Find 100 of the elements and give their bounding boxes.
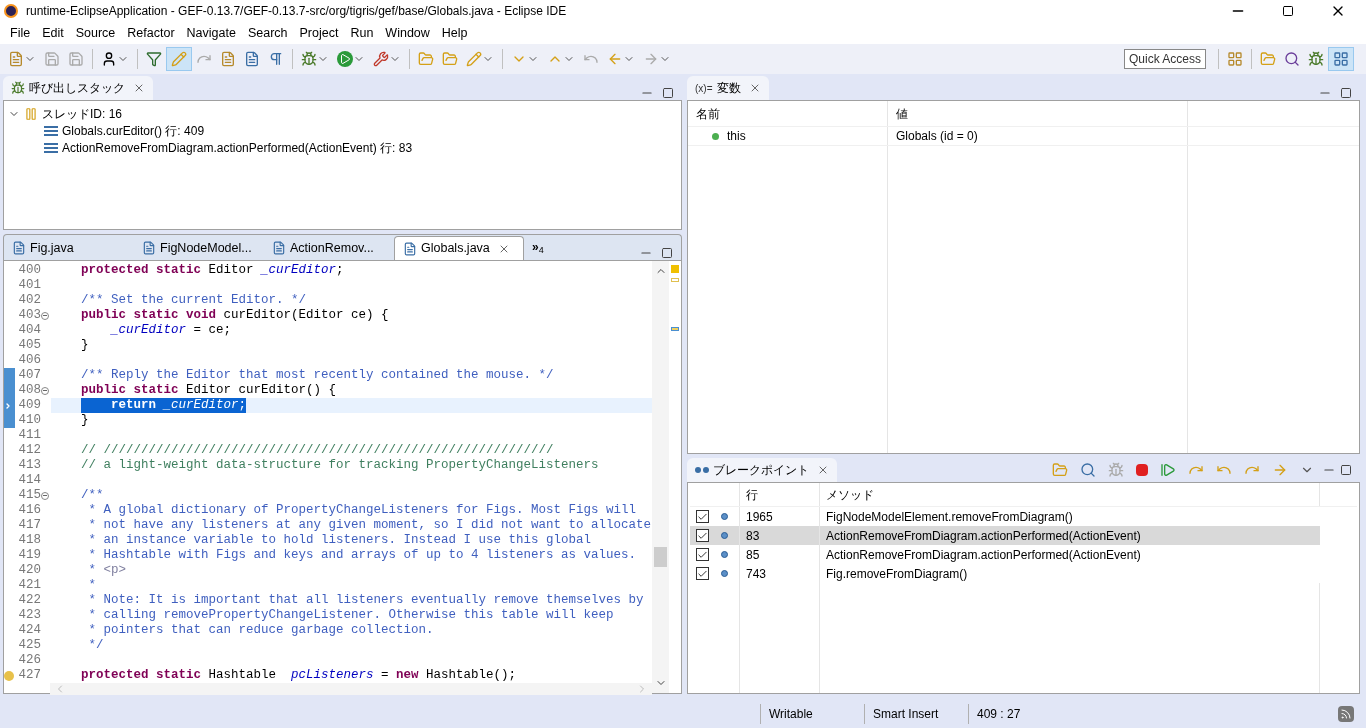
code-line: * A global dictionary of PropertyChangeListeners for Figs. Most Figs will: [87, 503, 637, 518]
breakpoint-icon: [721, 532, 728, 539]
line-number: 414: [17, 473, 41, 488]
java-file-icon: [142, 241, 156, 255]
line-number: 413: [17, 458, 41, 473]
status-field: Writable: [760, 704, 864, 724]
stack-frame[interactable]: Globals.curEditor() 行: 409: [8, 122, 681, 139]
code-line: protected static Hashtable pcListeners = new Hashtable();: [81, 668, 517, 683]
line-number: 418: [17, 533, 41, 548]
breakpoint-row[interactable]: 743 Fig.removeFromDiagram(): [690, 564, 1320, 583]
variable-name: this: [727, 128, 746, 145]
line-number: 415: [17, 488, 41, 503]
scrollbar-thumb[interactable]: [654, 547, 667, 567]
checkbox[interactable]: [696, 567, 709, 580]
line-number: 426: [17, 653, 41, 668]
menu-item[interactable]: Search: [241, 23, 294, 43]
menu-item[interactable]: Refactor: [121, 23, 181, 43]
layout-perspective-icon[interactable]: [1328, 47, 1354, 71]
overview-marker[interactable]: [671, 278, 679, 282]
feed-icon[interactable]: [1338, 706, 1354, 722]
code-line: }: [81, 338, 89, 353]
breakpoints-icon: [695, 467, 709, 473]
menu-item[interactable]: Help: [435, 23, 474, 43]
view-tab[interactable]: (x)= 変数: [687, 76, 769, 100]
column-header[interactable]: メソッド: [820, 483, 1320, 506]
menu-item[interactable]: Edit: [36, 23, 70, 43]
breakpoint-row[interactable]: 83 ActionRemoveFromDiagram.actionPerformed(ActionEvent): [690, 526, 1320, 545]
line-cell: 743: [740, 564, 820, 583]
breakpoint-row[interactable]: 85 ActionRemoveFromDiagram.actionPerformed(ActionEvent): [690, 545, 1320, 564]
line-number: 417: [17, 518, 41, 533]
menu-item[interactable]: Run: [344, 23, 380, 43]
code-line: // a light-weight data-structure for tracking PropertyChangeListeners: [81, 458, 599, 473]
view-tab[interactable]: 呼び出しスタック: [3, 76, 153, 100]
code-line: * Hashtable with Figs and keys and arrays of up to 4 listeners as values.: [87, 548, 637, 563]
line-number: 419: [17, 548, 41, 563]
stack-frame-label: Globals.curEditor() 行: 409: [62, 122, 205, 140]
window-title: runtime-EclipseApplication - GEF-0.13.7/GEF-0.13.7-src/org/tigris/gef/base/Globals.java - Eclipse IDE: [26, 3, 568, 20]
checkbox[interactable]: [696, 510, 709, 523]
line-number: 409: [17, 398, 41, 413]
column-header[interactable]: 値: [888, 101, 1188, 126]
maximize-icon[interactable]: [1340, 464, 1352, 476]
code-editor[interactable]: [3, 260, 682, 694]
maximize-icon[interactable]: [661, 247, 673, 259]
line-number: 402: [17, 293, 41, 308]
line-number: 427: [17, 668, 41, 683]
line-cell: 83: [740, 526, 820, 545]
line-number: 403: [17, 308, 41, 323]
method-cell-text: Fig.removeFromDiagram(): [825, 565, 969, 583]
line-cell: 85: [740, 545, 820, 564]
vertical-scrollbar[interactable]: [652, 261, 669, 693]
close-icon[interactable]: [133, 82, 145, 94]
overview-marker[interactable]: [671, 265, 679, 273]
menu-item[interactable]: Source: [69, 23, 122, 43]
stack-frame-icon: [44, 142, 58, 153]
checkbox[interactable]: [696, 548, 709, 561]
overview-marker[interactable]: [671, 327, 679, 331]
line-number: 416: [17, 503, 41, 518]
code-line: * Note: It is important that all listeners eventually remove themselves by: [87, 593, 644, 608]
variable-value: Globals (id = 0): [888, 127, 1188, 145]
editor-tab[interactable]: ActionRemov...: [264, 236, 394, 260]
code-line: * <p>: [87, 563, 127, 578]
editor-tab[interactable]: FigNodeModel...: [134, 236, 264, 260]
code-line: public static void curEditor(Editor ce) {: [81, 308, 389, 323]
java-file-icon: [403, 241, 417, 256]
breakpoint-icon: [721, 551, 728, 558]
line-number: 400: [17, 263, 41, 278]
variables-prefix: (x)=: [695, 81, 713, 96]
maximize-icon[interactable]: [1340, 87, 1352, 99]
close-icon[interactable]: [817, 464, 829, 476]
stack-frame[interactable]: ActionRemoveFromDiagram.actionPerformed(ActionEvent) 行: 83: [8, 139, 681, 156]
code-line: _curEditor = ce;: [109, 323, 232, 338]
line-number: 423: [17, 608, 41, 623]
view-tab-label: ブレークポイント: [713, 462, 809, 479]
code-line: * calling removePropertyChangeListener. Otherwise this table will keep: [87, 608, 614, 623]
line-number: 411: [17, 428, 41, 443]
column-header[interactable]: 名前: [688, 101, 888, 126]
menu-item[interactable]: Project: [293, 23, 345, 43]
code-line: /** Reply the Editor that most recently contained the mouse. */: [81, 368, 554, 383]
tree-item[interactable]: スレッドID: 16: [8, 105, 681, 122]
column-header[interactable]: 行: [740, 483, 820, 506]
stack-frame-label: ActionRemoveFromDiagram.actionPerformed(ActionEvent) 行: 83: [62, 139, 413, 157]
editor-tab[interactable]: Fig.java: [4, 236, 134, 260]
editor-tab[interactable]: Globals.java: [394, 236, 524, 260]
view-tab[interactable]: ブレークポイント: [687, 458, 837, 482]
code-line: * pointers that can reduce garbage collection.: [87, 623, 434, 638]
maximize-icon[interactable]: [662, 87, 674, 99]
line-number: 405: [17, 338, 41, 353]
menu-item[interactable]: Window: [379, 23, 436, 43]
code-line: /**: [81, 488, 104, 503]
status-field: 409 : 27: [968, 704, 1072, 724]
view-tab-label: 呼び出しスタック: [29, 80, 125, 97]
menu-item[interactable]: Navigate: [180, 23, 242, 43]
method-cell-text: FigNodeModelElement.removeFromDiagram(): [825, 508, 1074, 526]
checkbox[interactable]: [696, 529, 709, 542]
java-file-icon: [272, 241, 286, 255]
menu-item[interactable]: File: [4, 23, 37, 43]
quick-access-field[interactable]: Quick Access: [1123, 49, 1206, 69]
maximize-window-icon[interactable]: [1282, 5, 1294, 17]
code-line: /** Set the current Editor. */: [81, 293, 307, 308]
line-number: 401: [17, 278, 41, 293]
